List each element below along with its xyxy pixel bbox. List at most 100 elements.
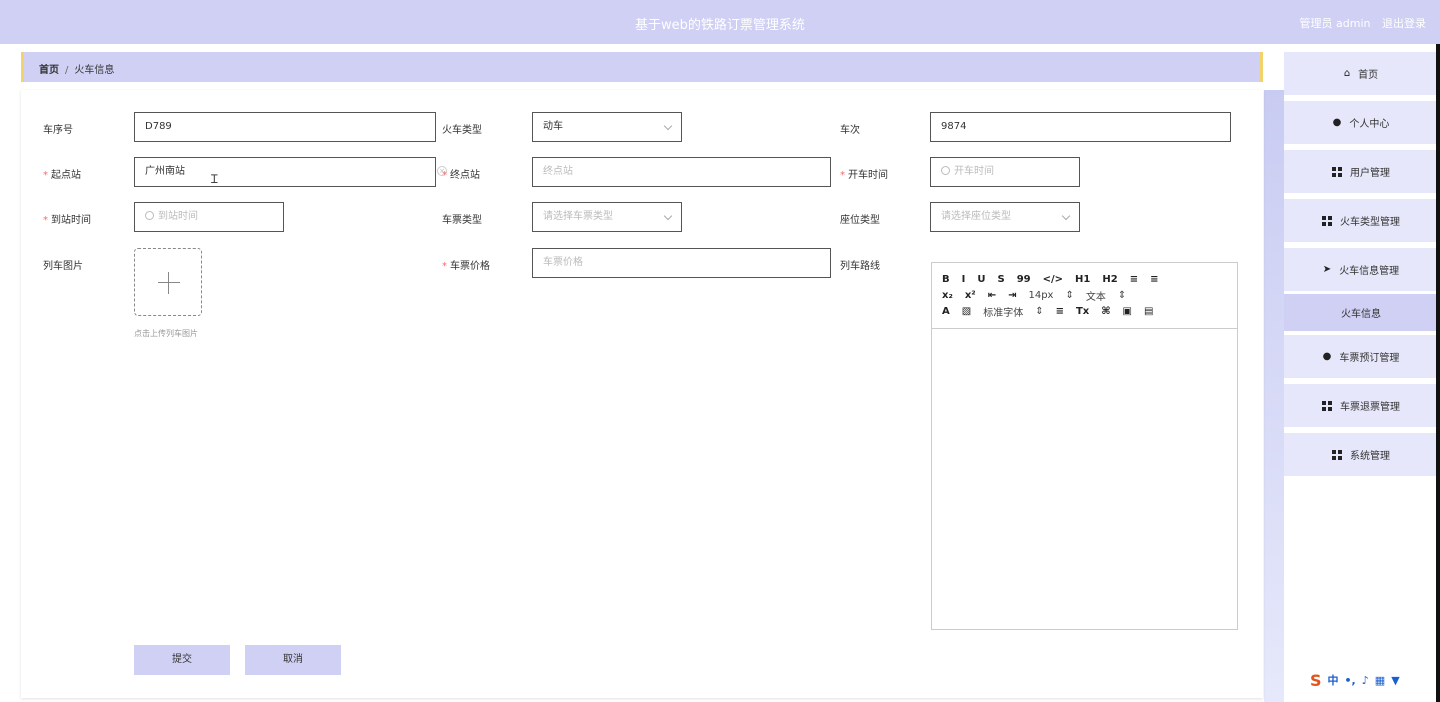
ime-toolbar[interactable]: S 中 •, ♪ ▦ ▼ bbox=[1310, 670, 1440, 690]
arrive-time-picker[interactable]: 到站时间 bbox=[134, 202, 284, 232]
sidebar-item[interactable]: 车票退票管理 bbox=[1284, 384, 1438, 427]
toolbar-button[interactable]: Tx bbox=[1076, 306, 1089, 317]
app-title: 基于web的铁路订票管理系统 bbox=[635, 18, 805, 33]
image-upload-button[interactable] bbox=[134, 248, 202, 316]
depart-time-label: * 开车时间 bbox=[840, 170, 888, 181]
ime-logo-icon: S bbox=[1310, 670, 1322, 690]
start-station-label-text: 起点站 bbox=[51, 170, 81, 181]
toolbar-button[interactable]: x₂ bbox=[942, 290, 953, 301]
skin-icon[interactable]: ▼ bbox=[1391, 674, 1399, 687]
ticket-type-label: 车票类型 bbox=[442, 215, 482, 226]
depart-time-picker[interactable]: 开车时间 bbox=[930, 157, 1080, 187]
person-icon: ● bbox=[1322, 351, 1332, 362]
toolbar-button[interactable]: ▣ bbox=[1123, 306, 1132, 317]
sidebar-item-label: 火车信息管理 bbox=[1339, 266, 1400, 277]
top-bar: 基于web的铁路订票管理系统 管理员 admin 退出登录 bbox=[0, 0, 1440, 44]
submit-button[interactable]: 提交 bbox=[134, 645, 230, 675]
train-seq-label: 车序号 bbox=[43, 125, 73, 136]
user-label: 管理员 admin bbox=[1299, 17, 1371, 30]
toolbar-button[interactable]: ≡ bbox=[1130, 274, 1138, 285]
breadcrumb-home[interactable]: 首页 bbox=[39, 65, 59, 76]
rich-text-editor[interactable]: B I U S 99 </> H1 H2 ≡ ≡ x₂ x² ⇤ ⇥ 14px ⇕ 文本 ⇕ A ▧ 标准字体 ⇕ ≡ T… bbox=[931, 262, 1238, 630]
seat-type-select[interactable]: 请选择座位类型 bbox=[930, 202, 1080, 232]
seat-type-placeholder: 请选择座位类型 bbox=[941, 211, 1011, 222]
toolbar-button[interactable]: ⇥ bbox=[1008, 290, 1016, 301]
breadcrumb-separator: / bbox=[65, 65, 69, 76]
ticket-type-select[interactable]: 请选择车票类型 bbox=[532, 202, 682, 232]
toolbar-button[interactable]: B bbox=[942, 274, 950, 285]
toolbar-button[interactable]: ▧ bbox=[962, 306, 971, 317]
grid-icon bbox=[1322, 400, 1332, 411]
sidebar: ⌂ 首页 ● 个人中心用户管理火车类型管理 ➤ 火车信息管理火车信息 ● 车票预订管理车票退票… bbox=[1284, 44, 1440, 702]
toolbar-button[interactable]: U bbox=[977, 274, 985, 285]
toolbar-button[interactable]: ⇕ bbox=[1035, 306, 1043, 317]
toolbar-button[interactable]: ⇤ bbox=[988, 290, 996, 301]
grid-icon bbox=[1332, 449, 1342, 460]
toolbar-button[interactable]: ≡ bbox=[1056, 306, 1064, 317]
toolbar-row-3: A ▧ 标准字体 ⇕ ≡ Tx ⌘ ▣ ▤ bbox=[942, 303, 1227, 319]
depart-time-placeholder: 开车时间 bbox=[954, 166, 994, 177]
seat-type-label: 座位类型 bbox=[840, 215, 880, 226]
cancel-button[interactable]: 取消 bbox=[245, 645, 341, 675]
sidebar-item[interactable]: 火车信息 bbox=[1284, 294, 1438, 331]
chevron-down-icon bbox=[663, 121, 673, 131]
toolbar-button[interactable]: 99 bbox=[1017, 274, 1031, 285]
toolbar-button[interactable]: ▤ bbox=[1144, 306, 1153, 317]
ime-mode[interactable]: 中 bbox=[1328, 672, 1339, 688]
toolbar-row-1: B I U S 99 </> H1 H2 ≡ ≡ bbox=[942, 271, 1227, 287]
sidebar-item-label: 车票退票管理 bbox=[1340, 402, 1400, 413]
end-station-input[interactable]: 终点站 bbox=[532, 157, 831, 187]
microphone-icon[interactable]: ♪ bbox=[1362, 674, 1369, 687]
toolbar-button[interactable]: A bbox=[942, 306, 950, 317]
side-strip bbox=[1264, 90, 1284, 702]
toolbar-button[interactable]: I bbox=[962, 274, 966, 285]
train-no-label: 车次 bbox=[840, 125, 860, 136]
toolbar-button[interactable]: </> bbox=[1043, 274, 1063, 285]
form-panel: 车序号 D789 火车类型 动车 车次 9874 * 起点站 广州南站 Ɪ × * 终点… bbox=[21, 90, 1263, 698]
sidebar-item[interactable]: 用户管理 bbox=[1284, 150, 1438, 193]
ticket-price-label: * 车票价格 bbox=[442, 261, 490, 272]
sidebar-item-label: 火车类型管理 bbox=[1340, 217, 1400, 228]
train-type-select[interactable]: 动车 bbox=[532, 112, 682, 142]
sidebar-item[interactable]: ⌂ 首页 bbox=[1284, 52, 1438, 95]
breadcrumb: 首页 / 火车信息 bbox=[21, 52, 1263, 82]
train-seq-input[interactable]: D789 bbox=[134, 112, 436, 142]
person-icon: ● bbox=[1332, 117, 1342, 128]
toolbar-button[interactable]: x² bbox=[965, 290, 976, 301]
toolbar-button[interactable]: S bbox=[997, 274, 1004, 285]
text-cursor-icon: Ɪ bbox=[211, 172, 218, 186]
toolbar-button[interactable]: H1 bbox=[1075, 274, 1090, 285]
ime-punct-icon[interactable]: •, bbox=[1345, 674, 1356, 687]
grid-icon bbox=[1332, 166, 1342, 177]
toolbar-button[interactable]: ⇕ bbox=[1118, 290, 1126, 301]
depart-time-label-text: 开车时间 bbox=[848, 170, 888, 181]
sidebar-item[interactable]: 系统管理 bbox=[1284, 433, 1438, 476]
toolbar-button[interactable]: ≡ bbox=[1150, 274, 1158, 285]
sidebar-item[interactable]: ➤ 火车信息管理 bbox=[1284, 248, 1438, 291]
window-edge bbox=[1436, 44, 1440, 702]
upload-tip: 点击上传列车图片 bbox=[134, 329, 198, 338]
toolbar-button[interactable]: ⇕ bbox=[1065, 290, 1073, 301]
train-type-label: 火车类型 bbox=[442, 125, 482, 136]
toolbar-button[interactable]: 标准字体 bbox=[983, 304, 1023, 319]
train-route-label: 列车路线 bbox=[840, 261, 880, 272]
sidebar-item[interactable]: ● 车票预订管理 bbox=[1284, 335, 1438, 378]
clock-icon bbox=[145, 211, 154, 220]
chevron-down-icon bbox=[663, 211, 673, 221]
chevron-down-icon bbox=[1061, 211, 1071, 221]
sidebar-item[interactable]: ● 个人中心 bbox=[1284, 101, 1438, 144]
start-station-input[interactable]: 广州南站 Ɪ × bbox=[134, 157, 447, 187]
train-no-input[interactable]: 9874 bbox=[930, 112, 1231, 142]
toolbar-button[interactable]: 文本 bbox=[1086, 288, 1106, 303]
start-station-value: 广州南站 bbox=[145, 166, 185, 177]
ticket-price-input[interactable]: 车票价格 bbox=[532, 248, 831, 278]
logout-link[interactable]: 退出登录 bbox=[1382, 17, 1426, 30]
toolbar-button[interactable]: ⌘ bbox=[1101, 306, 1110, 317]
send-icon: ➤ bbox=[1322, 264, 1332, 275]
ticket-type-placeholder: 请选择车票类型 bbox=[543, 211, 613, 222]
toolbar-button[interactable]: H2 bbox=[1102, 274, 1117, 285]
sidebar-item[interactable]: 火车类型管理 bbox=[1284, 199, 1438, 242]
keyboard-icon[interactable]: ▦ bbox=[1375, 674, 1385, 687]
toolbar-button[interactable]: 14px bbox=[1028, 290, 1053, 301]
plus-icon-vertical bbox=[168, 272, 169, 294]
